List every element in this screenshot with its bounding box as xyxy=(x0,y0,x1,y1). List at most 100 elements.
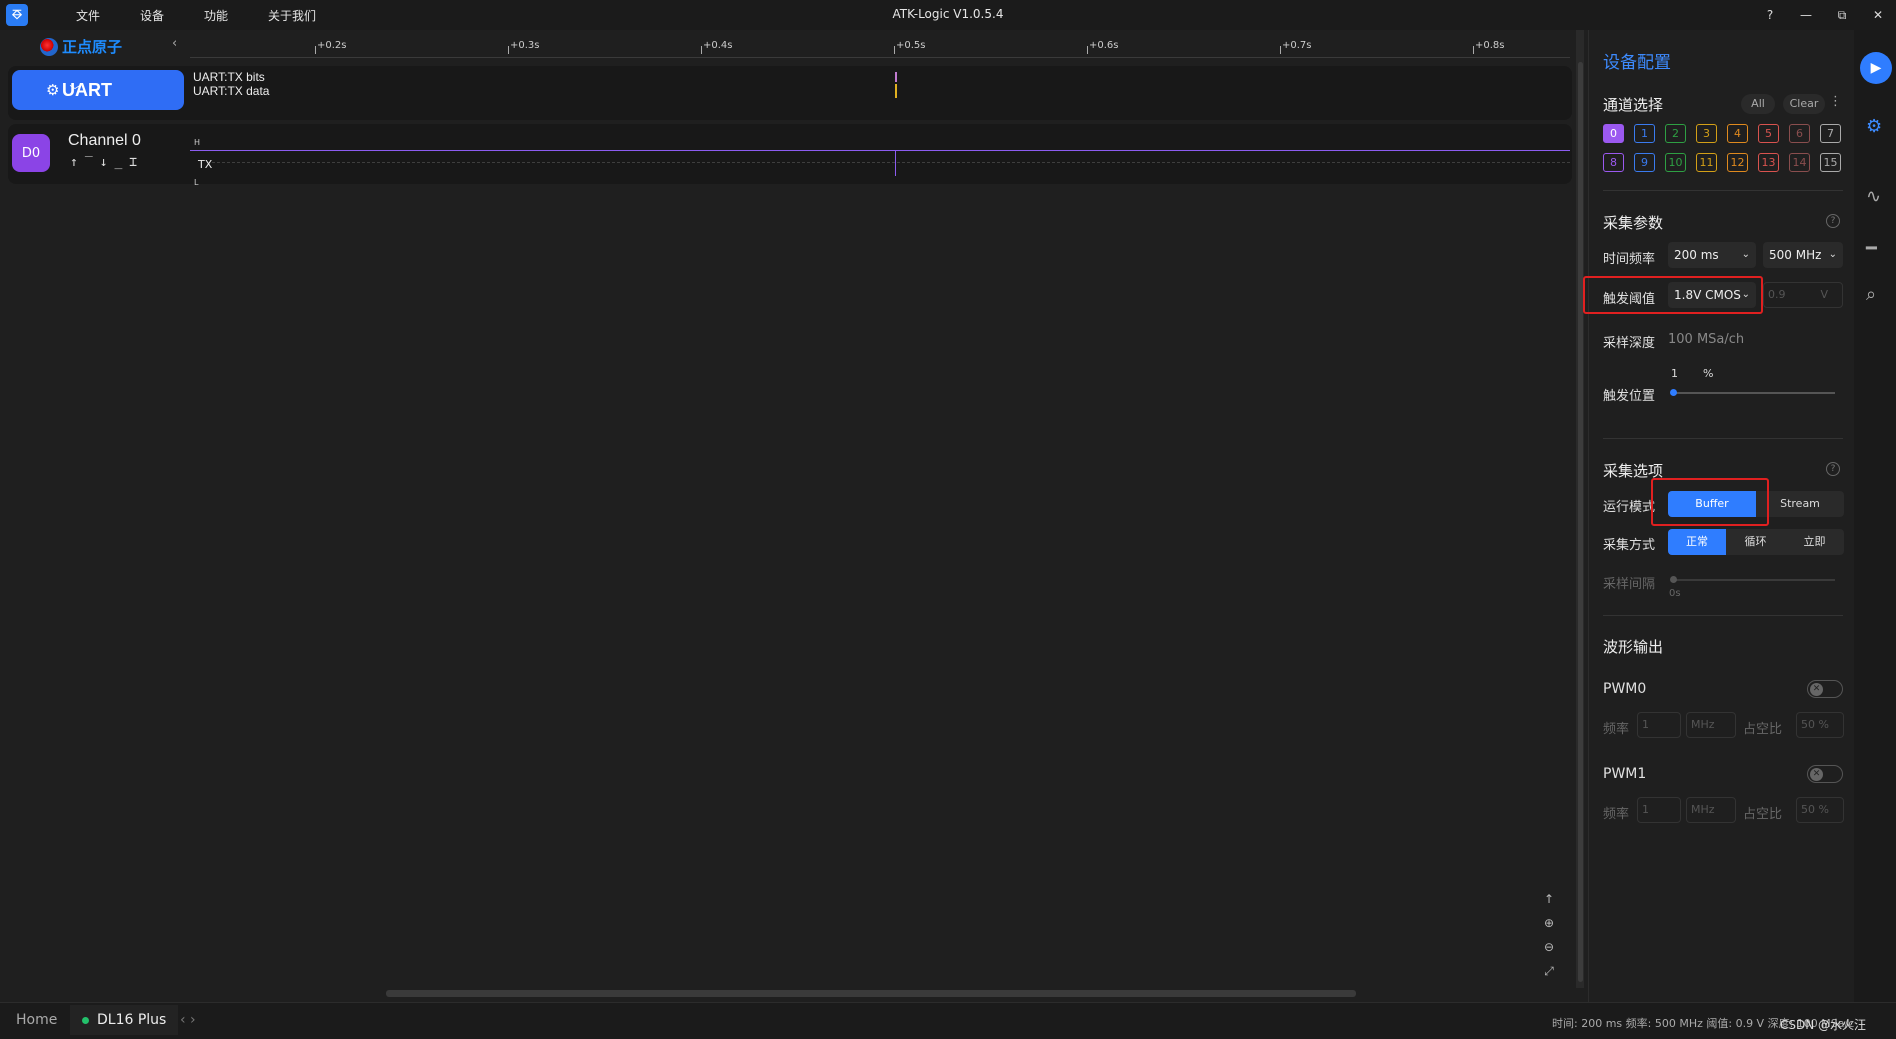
pwm1-label: PWM1 xyxy=(1603,766,1647,782)
zoom-origin-icon[interactable]: ↑ xyxy=(1540,892,1558,910)
threshold-voltage-input[interactable]: 0.9 V xyxy=(1763,282,1843,308)
interval-slider[interactable] xyxy=(1671,579,1835,581)
menu-file[interactable]: 文件 xyxy=(56,7,120,24)
menu-device[interactable]: 设备 xyxy=(120,7,184,24)
chevron-down-icon: ⌄ xyxy=(1741,249,1750,260)
channel-toggle[interactable]: 0 xyxy=(1603,124,1624,143)
channel-toggle[interactable]: 12 xyxy=(1727,153,1748,172)
channel-grid: 0 1 2 3 4 5 6 7 8 9 10 11 12 13 14 15 xyxy=(1603,124,1841,172)
channel-toggle[interactable]: 9 xyxy=(1634,153,1655,172)
trigger-type-icons[interactable]: ↑‾↓_⌶ xyxy=(70,155,144,170)
minimize-button[interactable]: — xyxy=(1788,8,1824,22)
close-button[interactable]: ✕ xyxy=(1860,8,1896,22)
device-config-panel: 设备配置 通道选择 All Clear ⋮ 0 1 2 3 4 5 6 7 8 9 10 11 12 13… xyxy=(1583,30,1854,1002)
signal-edge xyxy=(895,150,896,176)
signal-high-line xyxy=(190,150,1570,151)
ruler-tick-label: +0.6s xyxy=(1089,40,1119,51)
select-all-button[interactable]: All xyxy=(1741,94,1775,114)
home-tab[interactable]: Home xyxy=(16,1012,57,1028)
pwm0-duty-input[interactable]: 50 % xyxy=(1796,712,1844,738)
channel-toggle[interactable]: 5 xyxy=(1758,124,1779,143)
horizontal-scrollbar[interactable] xyxy=(386,990,1356,997)
acq-label: 采集方式 xyxy=(1603,538,1656,553)
pwm0-unit-select[interactable]: MHz xyxy=(1686,712,1736,738)
brand-logo: 正点原子 xyxy=(40,36,122,57)
clear-button[interactable]: Clear xyxy=(1783,94,1825,114)
depth-label: 采样深度 xyxy=(1603,336,1656,351)
watermark: CSDN @水火汪 xyxy=(1780,1018,1867,1032)
menu-function[interactable]: 功能 xyxy=(184,7,248,24)
highlight-box-threshold xyxy=(1583,276,1763,314)
pwm0-duty-label: 占空比 xyxy=(1743,722,1783,737)
acq-mode-toggle: 正常 循环 立即 xyxy=(1668,529,1844,555)
channel-toggle[interactable]: 15 xyxy=(1820,153,1841,172)
channel-toggle[interactable]: 1 xyxy=(1634,124,1655,143)
trigger-pos-value[interactable]: 1 xyxy=(1671,367,1678,380)
pwm1-freq-input[interactable]: 1 xyxy=(1637,797,1681,823)
ruler-tick-label: +0.8s xyxy=(1475,40,1505,51)
help-icon[interactable]: ? xyxy=(1826,462,1840,476)
channel-toggle[interactable]: 3 xyxy=(1696,124,1717,143)
close-icon: ✕ xyxy=(1810,683,1823,696)
trigger-pos-knob[interactable] xyxy=(1670,389,1677,396)
signal-midline xyxy=(212,162,1570,163)
vertical-scrollbar[interactable] xyxy=(1578,62,1583,982)
channel-toggle[interactable]: 4 xyxy=(1727,124,1748,143)
collapse-chevron-icon[interactable]: ‹ xyxy=(172,36,177,51)
params-title: 采集参数 xyxy=(1603,214,1664,232)
channel-toggle[interactable]: 13 xyxy=(1758,153,1779,172)
help-button[interactable]: ? xyxy=(1752,8,1788,22)
decoder-data-marker xyxy=(895,84,897,98)
zoom-out-icon[interactable]: ⊖ xyxy=(1540,940,1558,958)
acq-loop-button[interactable]: 循环 xyxy=(1726,529,1785,555)
uart-decoder-button[interactable]: UART ⚙ ﹀ xyxy=(12,70,184,110)
trigger-pos-slider[interactable] xyxy=(1671,392,1835,394)
more-icon[interactable]: ⋮ xyxy=(1829,94,1842,109)
depth-value: 100 MSa/ch xyxy=(1668,332,1745,347)
settings-icon[interactable]: ⚙ xyxy=(1866,116,1882,137)
pwm1-unit-select[interactable]: MHz xyxy=(1686,797,1736,823)
zoom-in-icon[interactable]: ⊕ xyxy=(1540,916,1558,934)
trigger-pos-unit: % xyxy=(1703,367,1714,380)
interval-label: 采样间隔 xyxy=(1603,577,1656,592)
tab-nav-arrows[interactable]: ‹ › xyxy=(180,1012,196,1028)
channel-toggle[interactable]: 7 xyxy=(1820,124,1841,143)
time-select[interactable]: 200 ms ⌄ xyxy=(1668,242,1756,268)
waveform-icon[interactable]: ∿ xyxy=(1866,186,1881,207)
pwm1-toggle[interactable]: ✕ xyxy=(1807,765,1843,783)
ruler-icon[interactable]: ━ xyxy=(1866,238,1877,259)
divider xyxy=(1603,190,1843,191)
output-title: 波形输出 xyxy=(1603,638,1664,656)
restore-button[interactable]: ⧉ xyxy=(1824,8,1860,23)
trigger-pos-label: 触发位置 xyxy=(1603,389,1656,404)
run-icon[interactable]: ▶ xyxy=(1860,52,1892,84)
acq-normal-button[interactable]: 正常 xyxy=(1668,529,1726,555)
stream-mode-button[interactable]: Stream xyxy=(1756,491,1844,517)
pwm0-freq-input[interactable]: 1 xyxy=(1637,712,1681,738)
pwm0-toggle[interactable]: ✕ xyxy=(1807,680,1843,698)
channel-select-title: 通道选择 xyxy=(1603,96,1664,114)
interval-value: 0s xyxy=(1669,588,1681,599)
ruler-tick xyxy=(701,46,702,54)
device-tab[interactable]: DL16 Plus xyxy=(70,1005,179,1035)
channel-toggle[interactable]: 2 xyxy=(1665,124,1686,143)
channel-toggle[interactable]: 6 xyxy=(1789,124,1810,143)
channel-name[interactable]: Channel 0 xyxy=(68,132,141,150)
menu-about[interactable]: 关于我们 xyxy=(248,7,336,24)
freq-select[interactable]: 500 MHz ⌄ xyxy=(1763,242,1843,268)
channel-toggle[interactable]: 11 xyxy=(1696,153,1717,172)
channel-toggle[interactable]: 14 xyxy=(1789,153,1810,172)
pwm1-duty-input[interactable]: 50 % xyxy=(1796,797,1844,823)
interval-knob[interactable] xyxy=(1670,576,1677,583)
menu-bar: 文件 设备 功能 关于我们 xyxy=(56,7,336,24)
search-list-icon[interactable]: ⌕ xyxy=(1866,284,1876,305)
acq-immediate-button[interactable]: 立即 xyxy=(1785,529,1844,555)
channel-badge[interactable]: D0 xyxy=(12,134,50,172)
channel-toggle[interactable]: 10 xyxy=(1665,153,1686,172)
zoom-fit-icon[interactable]: ⤢ xyxy=(1540,964,1558,982)
run-mode-label: 运行模式 xyxy=(1603,500,1656,515)
help-icon[interactable]: ? xyxy=(1826,214,1840,228)
gear-icon[interactable]: ⚙ xyxy=(46,81,59,99)
ruler-tick-label: +0.5s xyxy=(896,40,926,51)
channel-toggle[interactable]: 8 xyxy=(1603,153,1624,172)
